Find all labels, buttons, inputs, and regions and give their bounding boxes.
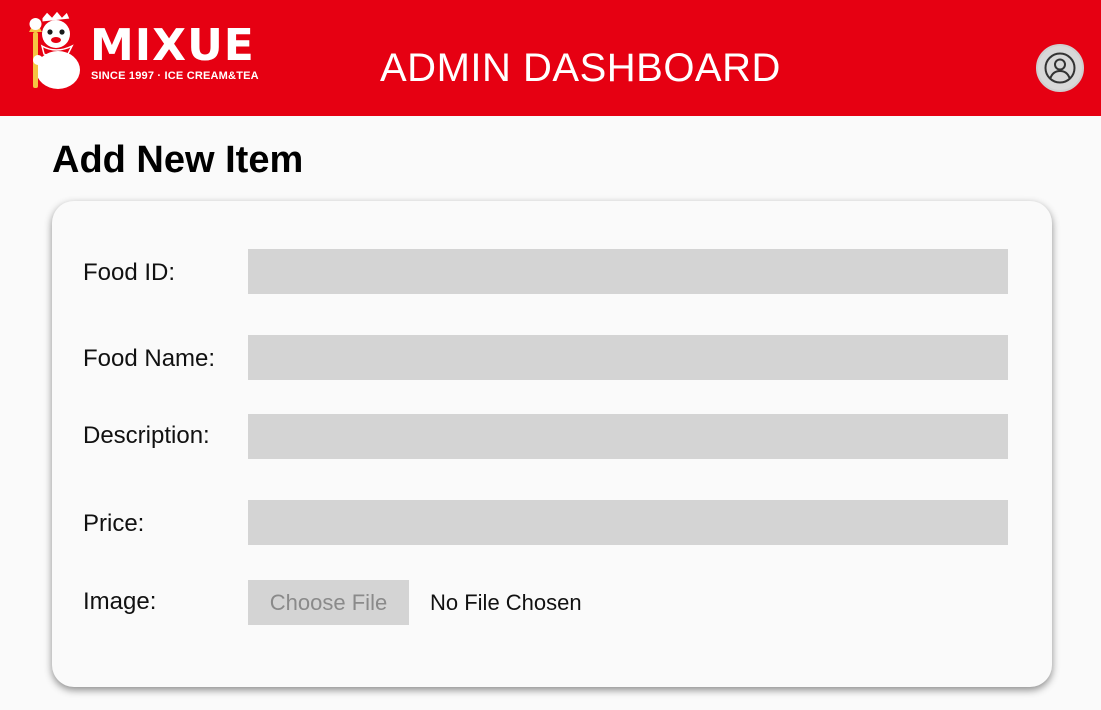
user-circle-icon <box>1044 52 1076 84</box>
price-label: Price: <box>83 510 145 537</box>
logo-wordmark: MIXUE <box>90 20 255 71</box>
user-avatar-button[interactable] <box>1036 44 1084 92</box>
image-label: Image: <box>83 588 157 615</box>
food-name-label: Food Name: <box>83 345 216 372</box>
header-bar: MIXUE SINCE 1997 · ICE CREAM&TEA ADMIN D… <box>0 0 1101 116</box>
mixue-logo[interactable]: MIXUE SINCE 1997 · ICE CREAM&TEA <box>16 10 259 96</box>
description-input[interactable] <box>248 414 1008 459</box>
food-id-label: Food ID: <box>83 259 176 286</box>
choose-file-button[interactable]: Choose File <box>248 580 409 625</box>
page-title: Add New Item <box>52 139 304 181</box>
add-item-form-card: Food ID: Food Name: Description: Price: … <box>52 201 1052 687</box>
logo-tagline: SINCE 1997 · ICE CREAM&TEA <box>91 70 259 82</box>
food-id-input[interactable] <box>248 249 1008 294</box>
description-label: Description: <box>83 422 210 449</box>
price-input[interactable] <box>248 500 1008 545</box>
snow-king-mascot-icon <box>29 10 80 89</box>
food-name-input[interactable] <box>248 335 1008 380</box>
dashboard-title: ADMIN DASHBOARD <box>380 46 781 90</box>
file-status-text: No File Chosen <box>430 590 582 615</box>
